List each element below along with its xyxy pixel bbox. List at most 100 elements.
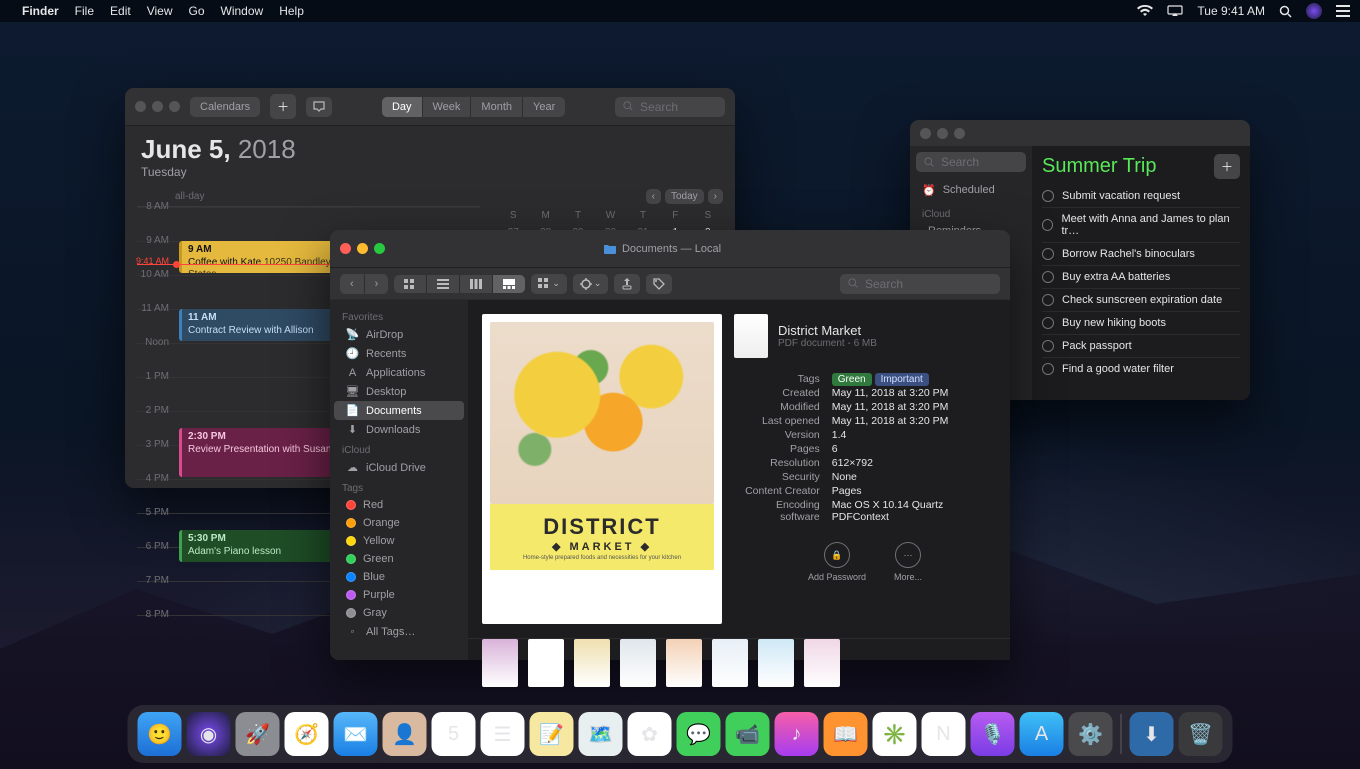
reminder-item[interactable]: Check sunscreen expiration date	[1042, 289, 1240, 312]
view-columns[interactable]	[460, 275, 493, 293]
arrange-button[interactable]: ⌄	[531, 274, 567, 294]
dock-app-launchpad[interactable]: 🚀	[236, 712, 280, 756]
sidebar-tag-red[interactable]: Red	[334, 496, 464, 514]
dock-app-reminders[interactable]: ☰	[481, 712, 525, 756]
dock-app-safari[interactable]: 🧭	[285, 712, 329, 756]
sidebar-item-all-tags[interactable]: ◦All Tags…	[334, 622, 464, 641]
action-button[interactable]: ⌄	[573, 274, 609, 294]
sidebar-item-documents[interactable]: 📄Documents	[334, 401, 464, 420]
menubar-app[interactable]: Finder	[22, 4, 59, 18]
menu-edit[interactable]: Edit	[110, 4, 131, 18]
dock-app-facetime[interactable]: 📹	[726, 712, 770, 756]
sidebar-tag-green[interactable]: Green	[334, 550, 464, 568]
minimize-icon[interactable]	[937, 128, 948, 139]
calendars-button[interactable]: Calendars	[190, 97, 260, 117]
checkbox-icon[interactable]	[1042, 363, 1054, 375]
close-icon[interactable]	[135, 101, 146, 112]
zoom-icon[interactable]	[169, 101, 180, 112]
dock-app-appstore-apps[interactable]: ✳️	[873, 712, 917, 756]
menu-view[interactable]: View	[147, 4, 173, 18]
view-icons[interactable]	[394, 275, 427, 293]
action-more[interactable]: ⋯More...	[894, 542, 922, 582]
dock-app-maps[interactable]: 🗺️	[579, 712, 623, 756]
dock-app-messages[interactable]: 💬	[677, 712, 721, 756]
minimize-icon[interactable]	[152, 101, 163, 112]
tags-button[interactable]	[646, 274, 672, 294]
dock-app-finder[interactable]: 🙂	[138, 712, 182, 756]
menu-go[interactable]: Go	[189, 4, 205, 18]
sidebar-tag-yellow[interactable]: Yellow	[334, 532, 464, 550]
dock-app-contacts[interactable]: 👤	[383, 712, 427, 756]
checkbox-icon[interactable]	[1042, 190, 1054, 202]
checkbox-icon[interactable]	[1042, 271, 1054, 283]
mini-today-button[interactable]: Today	[665, 189, 704, 204]
sidebar-item-downloads[interactable]: ⬇︎Downloads	[334, 420, 464, 439]
reminder-item[interactable]: Pack passport	[1042, 335, 1240, 358]
share-button[interactable]	[614, 274, 640, 294]
dock-app-calendar[interactable]: 5	[432, 712, 476, 756]
dock-app-ibooks[interactable]: 📖	[824, 712, 868, 756]
filmstrip-thumbnail[interactable]	[528, 639, 564, 687]
sidebar-tag-purple[interactable]: Purple	[334, 586, 464, 604]
sidebar-tag-blue[interactable]: Blue	[334, 568, 464, 586]
action-add-password[interactable]: 🔒Add Password	[808, 542, 866, 582]
clock[interactable]: Tue 9:41 AM	[1197, 4, 1265, 18]
filmstrip-thumbnail[interactable]	[804, 639, 840, 687]
filmstrip-thumbnail[interactable]	[666, 639, 702, 687]
filmstrip-thumbnail[interactable]	[574, 639, 610, 687]
sidebar-item-desktop[interactable]: 🖥Desktop	[334, 382, 464, 401]
add-reminder-button[interactable]: ＋	[1214, 154, 1240, 179]
zoom-icon[interactable]	[374, 243, 385, 254]
dock-app-appstore[interactable]: A	[1020, 712, 1064, 756]
siri-menubar-icon[interactable]	[1306, 3, 1322, 19]
reminders-search[interactable]: Search	[916, 152, 1026, 172]
airplay-icon[interactable]	[1167, 5, 1183, 17]
wifi-icon[interactable]	[1137, 5, 1153, 17]
dock-trash[interactable]: 🗑️	[1179, 712, 1223, 756]
spotlight-icon[interactable]	[1279, 5, 1292, 18]
close-icon[interactable]	[340, 243, 351, 254]
menu-file[interactable]: File	[75, 4, 94, 18]
reminder-item[interactable]: Meet with Anna and James to plan tr…	[1042, 208, 1240, 243]
reminder-item[interactable]: Borrow Rachel's binoculars	[1042, 243, 1240, 266]
dock-app-siri[interactable]: ◉	[187, 712, 231, 756]
dock-downloads[interactable]: ⬇︎	[1130, 712, 1174, 756]
dock-app-notes[interactable]: 📝	[530, 712, 574, 756]
checkbox-icon[interactable]	[1042, 317, 1054, 329]
dock-app-itunes[interactable]: ♪	[775, 712, 819, 756]
minimize-icon[interactable]	[357, 243, 368, 254]
filmstrip-thumbnail[interactable]	[482, 639, 518, 687]
reminder-item[interactable]: Buy new hiking boots	[1042, 312, 1240, 335]
reminder-item[interactable]: Find a good water filter	[1042, 358, 1240, 380]
back-button[interactable]: ‹	[340, 274, 365, 294]
view-week[interactable]: Week	[423, 97, 472, 117]
dock-app-mail[interactable]: ✉️	[334, 712, 378, 756]
sidebar-item-applications[interactable]: AApplications	[334, 363, 464, 382]
add-event-button[interactable]: ＋	[270, 94, 296, 119]
view-day[interactable]: Day	[382, 97, 423, 117]
close-icon[interactable]	[920, 128, 931, 139]
filmstrip-thumbnail[interactable]	[758, 639, 794, 687]
checkbox-icon[interactable]	[1042, 340, 1054, 352]
checkbox-icon[interactable]	[1042, 248, 1054, 260]
checkbox-icon[interactable]	[1042, 219, 1053, 231]
reminder-item[interactable]: Buy extra AA batteries	[1042, 266, 1240, 289]
finder-search[interactable]: Search	[840, 274, 1000, 294]
mini-prev-button[interactable]: ‹	[646, 189, 661, 204]
filmstrip[interactable]	[468, 638, 1010, 687]
forward-button[interactable]: ›	[365, 274, 389, 294]
dock-app-podcasts[interactable]: 🎙️	[971, 712, 1015, 756]
inbox-button[interactable]	[306, 97, 332, 117]
dock-app-preferences[interactable]: ⚙️	[1069, 712, 1113, 756]
notification-center-icon[interactable]	[1336, 5, 1350, 17]
menu-help[interactable]: Help	[279, 4, 304, 18]
view-gallery[interactable]	[493, 275, 525, 293]
dock-app-photos[interactable]: ✿	[628, 712, 672, 756]
sidebar-tag-gray[interactable]: Gray	[334, 604, 464, 622]
dock-app-news[interactable]: N	[922, 712, 966, 756]
menu-window[interactable]: Window	[221, 4, 264, 18]
sidebar-item-icloud-drive[interactable]: ☁︎iCloud Drive	[334, 458, 464, 477]
zoom-icon[interactable]	[954, 128, 965, 139]
document-preview[interactable]: DISTRICT ◆ MARKET ◆ Home-style prepared …	[482, 314, 722, 624]
view-year[interactable]: Year	[523, 97, 565, 117]
